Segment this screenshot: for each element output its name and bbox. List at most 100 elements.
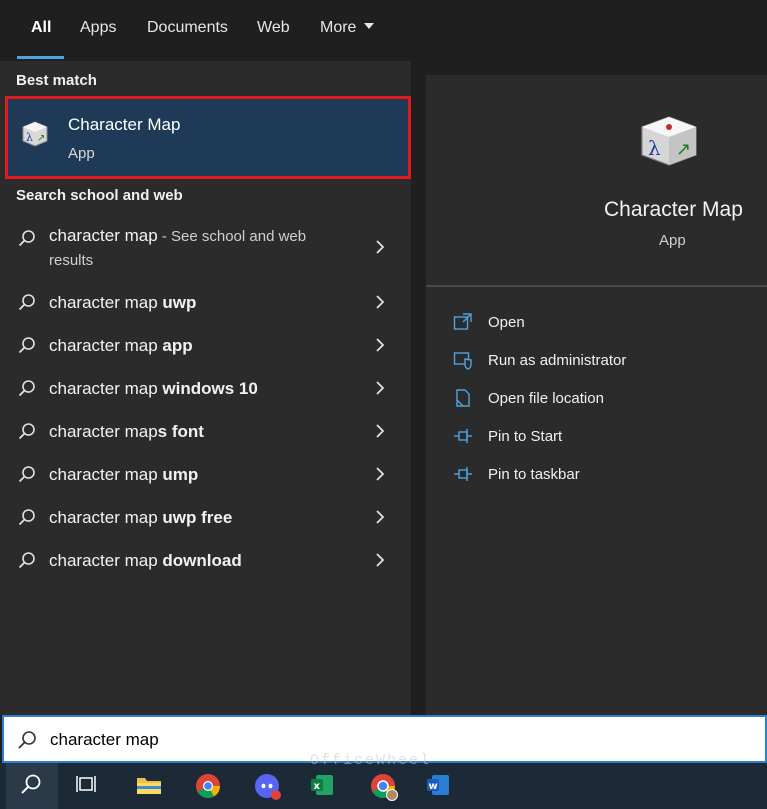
suggestion-text: character map - See school and web bbox=[49, 226, 306, 246]
action-pin-to-start[interactable]: Pin to Start bbox=[453, 426, 753, 450]
excel-icon: x bbox=[311, 775, 333, 795]
open-icon bbox=[453, 313, 472, 330]
web-suggestion[interactable]: character map uwp free bbox=[0, 506, 411, 536]
search-icon bbox=[18, 337, 35, 354]
character-map-icon: λ ↗ bbox=[22, 121, 48, 147]
svg-text:↗: ↗ bbox=[37, 133, 45, 144]
suggestion-normal: character map bbox=[49, 226, 158, 245]
chrome-button[interactable] bbox=[181, 763, 233, 809]
web-suggestion[interactable]: character map ump bbox=[0, 463, 411, 493]
action-run-as-admin[interactable]: Run as administrator bbox=[453, 350, 753, 374]
web-suggestion[interactable]: character map download bbox=[0, 549, 411, 579]
preview-divider bbox=[426, 285, 767, 287]
suggestion-suffix-line2: results bbox=[49, 252, 94, 269]
tab-documents[interactable]: Documents bbox=[147, 19, 228, 37]
suggestion-text: character map windows 10 bbox=[49, 379, 258, 399]
pin-icon bbox=[454, 467, 472, 481]
task-view-button[interactable] bbox=[62, 763, 114, 809]
action-open-file-location[interactable]: Open file location bbox=[453, 388, 753, 412]
web-suggestion[interactable]: character map app bbox=[0, 334, 411, 364]
suggestion-normal: character map bbox=[49, 551, 163, 570]
action-label: Open bbox=[488, 314, 525, 331]
best-match-name: Character Map bbox=[68, 115, 181, 134]
discord-button[interactable] bbox=[240, 763, 292, 809]
chevron-right-icon bbox=[376, 240, 385, 254]
suggestion-normal: character map bbox=[49, 422, 158, 441]
chevron-right-icon bbox=[376, 510, 385, 524]
suggestion-suffix: - See school and web bbox=[157, 228, 307, 245]
word-button[interactable]: w bbox=[412, 763, 464, 809]
svg-text:↗: ↗ bbox=[676, 139, 691, 160]
suggestion-bold: uwp bbox=[162, 293, 197, 312]
web-suggestion[interactable]: character map windows 10 bbox=[0, 377, 411, 407]
tab-apps[interactable]: Apps bbox=[80, 19, 116, 37]
preview-app-type: App bbox=[659, 232, 686, 249]
preview-card: λ ↗ Character Map App Open Run as admini… bbox=[426, 75, 767, 715]
chevron-right-icon bbox=[376, 381, 385, 395]
web-suggestion[interactable]: character maps font bbox=[0, 420, 411, 450]
word-icon: w bbox=[427, 775, 449, 795]
shield-icon bbox=[453, 352, 472, 370]
tab-more[interactable]: More bbox=[320, 19, 375, 37]
suggestion-bold: download bbox=[162, 551, 242, 570]
taskbar-search-button[interactable] bbox=[6, 763, 58, 809]
excel-button[interactable]: x bbox=[296, 763, 348, 809]
search-tabs: All Apps Documents Web More bbox=[0, 0, 767, 61]
search-input[interactable] bbox=[50, 726, 650, 754]
suggestion-text: character maps font bbox=[49, 422, 204, 442]
svg-text:x: x bbox=[314, 781, 321, 792]
svg-text:λ: λ bbox=[26, 131, 33, 144]
chrome-profile-icon bbox=[371, 774, 398, 801]
suggestion-bold: ump bbox=[162, 465, 199, 484]
search-icon bbox=[18, 230, 35, 247]
action-open[interactable]: Open bbox=[453, 312, 753, 336]
chevron-right-icon bbox=[376, 553, 385, 567]
action-label: Pin to taskbar bbox=[488, 466, 580, 483]
chrome-profile-button[interactable] bbox=[356, 763, 408, 809]
web-section-heading: Search school and web bbox=[16, 187, 183, 204]
suggestion-normal: character map bbox=[49, 465, 163, 484]
chevron-right-icon bbox=[376, 295, 385, 309]
tab-more-label: More bbox=[320, 19, 357, 36]
web-suggestion[interactable]: character map - See school and web resul… bbox=[0, 223, 411, 275]
search-icon bbox=[18, 731, 36, 749]
suggestion-text: character map uwp bbox=[49, 293, 196, 313]
action-label: Open file location bbox=[488, 390, 604, 407]
caret-down-icon bbox=[364, 23, 375, 29]
pin-icon bbox=[454, 429, 472, 443]
preview-app-name: Character Map bbox=[604, 198, 743, 221]
suggestion-normal: character map bbox=[49, 293, 163, 312]
suggestion-normal: character map bbox=[49, 508, 163, 527]
suggestion-bold: s font bbox=[157, 422, 204, 441]
search-icon bbox=[21, 774, 41, 794]
task-view-icon bbox=[76, 776, 96, 792]
preview-panel: λ ↗ Character Map App Open Run as admini… bbox=[411, 61, 767, 715]
chevron-right-icon bbox=[376, 467, 385, 481]
suggestion-text: character map app bbox=[49, 336, 193, 356]
action-pin-to-taskbar[interactable]: Pin to taskbar bbox=[453, 464, 753, 488]
file-explorer-button[interactable] bbox=[122, 763, 174, 809]
file-location-icon bbox=[456, 389, 470, 407]
suggestion-bold: uwp free bbox=[162, 508, 233, 527]
suggestion-text: character map download bbox=[49, 551, 242, 571]
tab-all[interactable]: All bbox=[31, 19, 51, 37]
watermark-logo: OfficeWheel bbox=[310, 752, 432, 769]
action-label: Pin to Start bbox=[488, 428, 563, 445]
svg-text:w: w bbox=[429, 781, 438, 792]
chrome-icon bbox=[196, 774, 220, 799]
suggestion-normal: character map bbox=[49, 336, 163, 355]
chevron-right-icon bbox=[376, 338, 385, 352]
best-match-item[interactable]: λ ↗ Character Map App bbox=[5, 96, 411, 179]
active-tab-indicator bbox=[17, 56, 64, 59]
suggestion-normal: character map bbox=[49, 379, 163, 398]
search-icon bbox=[18, 466, 35, 483]
best-match-type: App bbox=[68, 145, 95, 162]
suggestion-bold: app bbox=[162, 336, 193, 355]
search-icon bbox=[18, 509, 35, 526]
taskbar: x w bbox=[0, 763, 767, 809]
suggestion-text: character map uwp free bbox=[49, 508, 232, 528]
suggestion-text: character map ump bbox=[49, 465, 198, 485]
tab-web[interactable]: Web bbox=[257, 19, 290, 37]
web-suggestion[interactable]: character map uwp bbox=[0, 291, 411, 321]
search-icon bbox=[18, 423, 35, 440]
